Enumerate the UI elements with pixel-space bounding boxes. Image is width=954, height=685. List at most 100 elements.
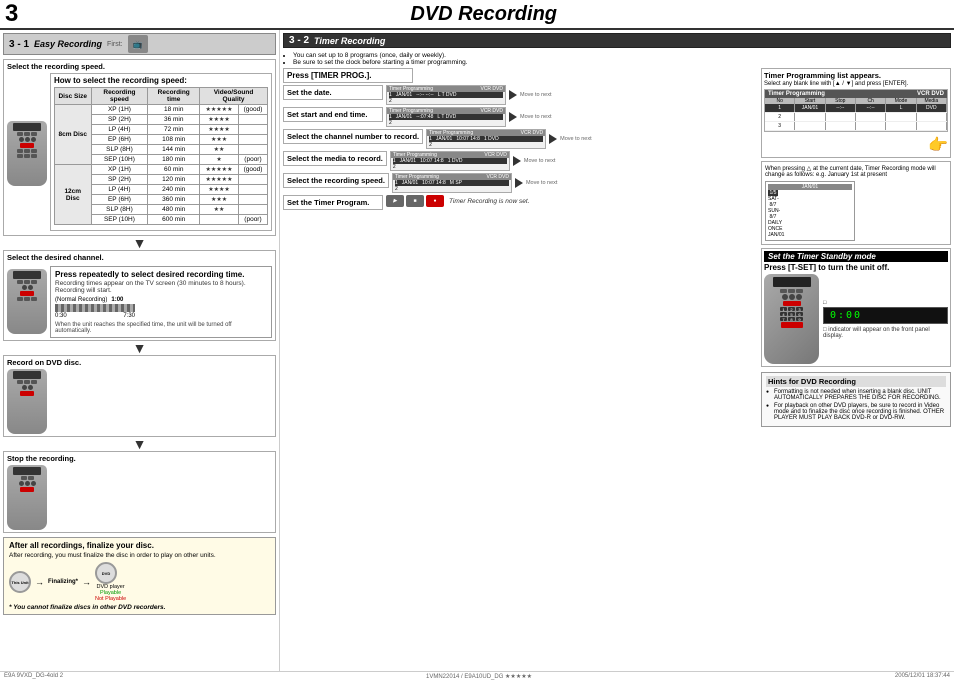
tp-row1-date: JAN/01: [795, 104, 825, 112]
mini-screen-speed: Timer Programming VCR DVD 1JAN/0110:07 1…: [392, 173, 512, 193]
arrow-date: [509, 90, 517, 100]
time-bar-row: (Normal Recording) 1:00: [55, 297, 267, 303]
qual-label-xp-8: (good): [238, 105, 267, 115]
ri-btn-6b: [24, 380, 30, 384]
cal-cell-4: SUN-8/7: [768, 208, 778, 220]
disc-flow: This Unit → Finalizing* → DVD DVD player: [9, 562, 126, 602]
ri-row-7: [17, 297, 37, 301]
timer-rec-num: 3 - 2: [289, 35, 309, 46]
hints-box: Hints for DVD Recording Formatting is no…: [761, 372, 951, 427]
tp-row1-ch: L: [886, 104, 916, 112]
ms-c2: JAN/01: [396, 92, 412, 98]
page-wrapper: 3 DVD Recording 3 - 1 Easy Recording Fir…: [0, 0, 954, 685]
timer-header: 3 - 2 Timer Recording: [283, 33, 951, 48]
ri-btn-6a: [17, 380, 23, 384]
recording-table: Disc Size Recording speed Recording time…: [54, 87, 268, 225]
remote-illus-1: [7, 121, 47, 186]
tsr-set-timer: Set the Timer Program. ▶ ■ ● Timer Recor…: [283, 195, 758, 210]
qual-lp-8: ★★★★: [200, 125, 239, 135]
standby-right: □ 0:00 □ indicator will appear on the fr…: [823, 300, 948, 339]
step-select-speed: Select the recording speed.: [3, 59, 276, 236]
rb-num-4: 4: [780, 312, 787, 316]
tsr-media: Select the media to record. Timer Progra…: [283, 151, 758, 171]
select-media-label: Select the media to record.: [283, 151, 387, 166]
arrow-1: ▼: [3, 238, 276, 248]
select-speed-label: Select the recording speed.: [283, 173, 389, 188]
rb-btn-2: [788, 289, 795, 293]
remote-icon-small: 📺: [128, 35, 148, 53]
qual-label-slp-12: [238, 205, 267, 215]
disc-8cm: 8cm Disc: [55, 105, 92, 165]
set-time-label: Set start and end time.: [283, 107, 383, 122]
step2-inner: Press repeatedly to select desired recor…: [7, 264, 272, 338]
ms-ch3: 10:07 14:8: [456, 136, 480, 142]
btn-play: ▶: [386, 195, 404, 207]
rb-btn-r-1: [782, 294, 788, 300]
set-time-right: Timer Programming VCR DVD 1JAN/01--:07:4…: [386, 107, 552, 127]
mini-screen-channel: Timer Programming VCR DVD 1JAN/0110:07 1…: [426, 129, 546, 149]
rb-num-8: 8: [788, 317, 795, 321]
ri-btn-2b: [24, 149, 30, 153]
time-label-normal: (Normal Recording): [55, 297, 107, 303]
mode-slp-12: SLP (8H): [91, 205, 148, 215]
ms-t2: JAN/01: [396, 114, 412, 120]
qual-xp-8: ★★★★★: [200, 105, 239, 115]
timer-side-panel: Timer Programming list appears. Select a…: [761, 68, 951, 668]
rb-row-6: [781, 322, 803, 328]
ri-btn-3a: [17, 154, 23, 158]
step-select-channel: Select the desired channel.: [3, 250, 276, 341]
ms-m5: 2: [393, 164, 396, 170]
time-sp-8: 36 min: [148, 115, 200, 125]
ri-row-9: [22, 385, 33, 390]
finalize-box: After all recordings, finalize your disc…: [3, 537, 276, 615]
time-slp-12: 480 min: [148, 205, 200, 215]
recording-speed-box: How to select the recording speed: Disc …: [50, 73, 272, 231]
ri-row-10: [21, 476, 34, 480]
set-date-right: Timer Programming VCR DVD 1JAN/01--:-- -…: [386, 85, 552, 105]
tp-row3-data4: [886, 122, 916, 130]
tp-list-header: Timer Programming VCR DVD: [765, 90, 947, 98]
move-next-date: Move to next: [520, 92, 552, 98]
left-column: 3 - 1 Easy Recording First: 📺 Select the…: [0, 30, 280, 671]
ms-c5: 2: [389, 98, 392, 104]
tp-row3-data: [795, 122, 825, 130]
finalizing-text: Finalizing*: [48, 579, 78, 585]
ri-row-8: [17, 380, 37, 384]
standby-box: Set the Timer Standby mode Press [T-SET]…: [761, 248, 951, 367]
finalize-content: This Unit → Finalizing* → DVD DVD player: [9, 562, 270, 602]
disc-unit-label: This Unit: [11, 580, 28, 585]
tp-row2-data2: [826, 113, 856, 121]
tsr-rec-speed: Select the recording speed. Timer Progra…: [283, 173, 758, 193]
select-media-right: Timer Programming VCR DVD 1JAN/0110:07 1…: [390, 151, 556, 171]
rb-btn-r-2: [789, 294, 795, 300]
finalize-body: After recording, you must finalize the d…: [9, 552, 270, 559]
ri-btn-7b: [28, 476, 34, 480]
ms-body-media: 1JAN/0110:07 14:81 DVD 2: [391, 158, 509, 170]
disc-dvd: DVD: [95, 562, 117, 584]
time-sep-12: 600 min: [148, 215, 200, 225]
hint-1: Formatting is not needed when inserting …: [766, 389, 946, 401]
ms-dvd-label-2: VCR DVD: [480, 108, 503, 114]
qual-sep-12: [200, 215, 239, 225]
set-timer-prog-label: Set the Timer Program.: [283, 195, 383, 210]
press-repeatedly-box: Press repeatedly to select desired recor…: [50, 266, 272, 338]
remote-illus-4: [7, 465, 47, 530]
ri-btn-4c: [31, 280, 37, 284]
col-quality: Video/Sound Quality: [200, 88, 268, 105]
ri-btn-2c: [31, 149, 37, 153]
step-record-dvd: Record on DVD disc.: [3, 355, 276, 437]
standby-inner: 1 2 3 4 5 6 7: [764, 274, 948, 364]
ri-btn-1a: [17, 132, 23, 136]
ms-m4: 1 DVD: [448, 158, 463, 164]
ms-body-speed: 1JAN/0110:07 14:8M SP 2: [393, 180, 511, 192]
timer-main-steps: Press [TIMER PROG.]. Set the date. Timer…: [283, 68, 758, 668]
qual-label-sp-12: [238, 175, 267, 185]
timer-prog-list-box: Timer Programming list appears. Select a…: [761, 68, 951, 158]
qual-label-sep-12: (poor): [238, 215, 267, 225]
set-date-label: Set the date.: [283, 85, 383, 100]
time-sp-12: 120 min: [148, 175, 200, 185]
move-next-speed: Move to next: [526, 180, 558, 186]
mode-lp-8: LP (4H): [91, 125, 148, 135]
ms-dvd-label-3: VCR DVD: [521, 130, 544, 136]
timer-prog-list-title: Timer Programming list appears.: [764, 71, 948, 80]
